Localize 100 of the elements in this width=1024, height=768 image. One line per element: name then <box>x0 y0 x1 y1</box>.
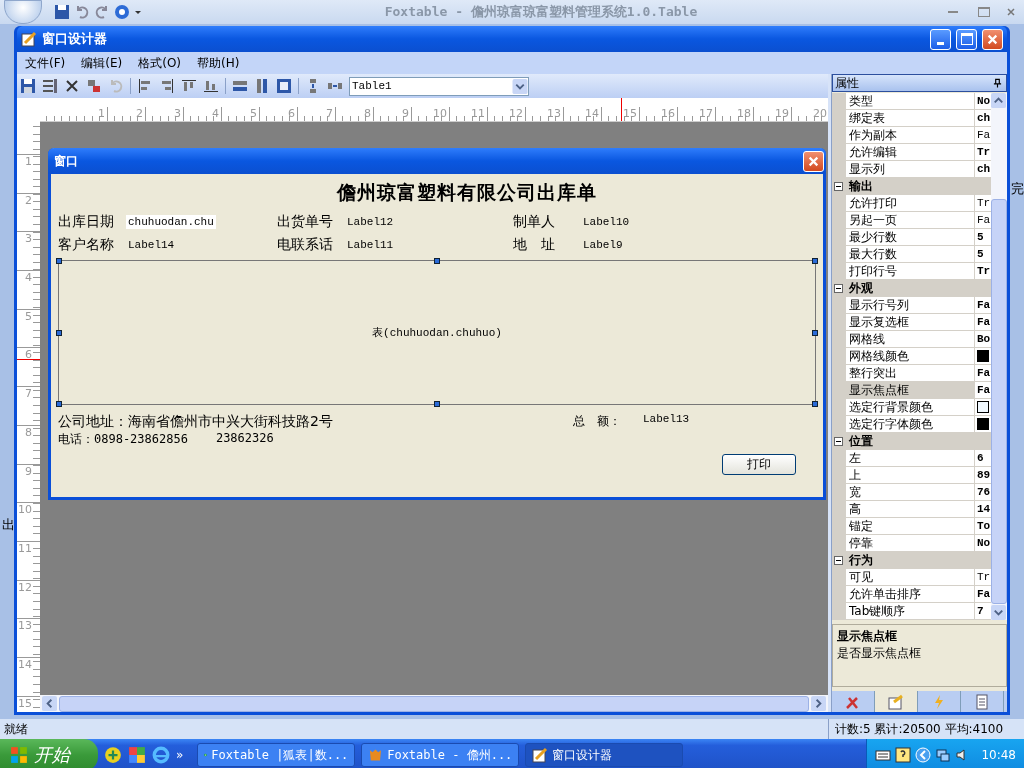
delete-icon[interactable] <box>64 78 80 94</box>
save-icon[interactable] <box>54 4 70 20</box>
redo-icon[interactable] <box>94 4 110 20</box>
property-name[interactable]: 允许编辑 <box>846 144 975 161</box>
collapse-toggle[interactable] <box>834 556 843 565</box>
office-button[interactable] <box>4 0 42 24</box>
colors-icon[interactable] <box>128 746 146 764</box>
property-name[interactable]: 另起一页 <box>846 212 975 229</box>
category-title[interactable]: 外观 <box>849 280 873 297</box>
selection-handle[interactable] <box>812 401 818 407</box>
selection-handle[interactable] <box>812 258 818 264</box>
restore-icon[interactable] <box>978 7 990 17</box>
help-icon[interactable] <box>114 4 130 20</box>
browser-icon[interactable] <box>152 746 170 764</box>
property-value[interactable]: ch <box>975 161 991 178</box>
scroll-left-icon[interactable] <box>42 696 57 711</box>
property-value[interactable]: Fa <box>975 365 991 382</box>
close-button[interactable] <box>803 150 824 172</box>
property-value[interactable]: Bo <box>975 331 991 348</box>
property-value[interactable]: Fa <box>975 586 991 603</box>
property-name[interactable]: 高 <box>846 501 975 518</box>
property-value[interactable]: Fa <box>975 297 991 314</box>
property-name[interactable]: 打印行号 <box>846 263 975 280</box>
property-name[interactable]: 最少行数 <box>846 229 975 246</box>
property-name[interactable]: 最大行数 <box>846 246 975 263</box>
property-name[interactable]: 锚定 <box>846 518 975 535</box>
horizontal-scrollbar[interactable] <box>40 695 828 712</box>
same-size-icon[interactable] <box>276 78 292 94</box>
help-icon[interactable] <box>895 747 912 763</box>
close-button[interactable] <box>982 28 1003 50</box>
menu-item[interactable]: 格式(O) <box>138 54 182 72</box>
align-left-icon[interactable] <box>137 78 153 94</box>
property-name[interactable]: 网格线 <box>846 331 975 348</box>
category-title[interactable]: 位置 <box>849 433 873 450</box>
menu-item[interactable]: 编辑(E) <box>81 54 123 72</box>
taskbar-button[interactable]: Foxtable - 儋州... <box>361 743 520 767</box>
property-name[interactable]: 显示列 <box>846 161 975 178</box>
property-name[interactable]: 允许单击排序 <box>846 586 975 603</box>
property-name[interactable]: 显示复选框 <box>846 314 975 331</box>
property-value[interactable]: No <box>975 535 991 552</box>
form-window[interactable]: 窗口 儋州琼富塑料有限公司出库单 出库日期 chuhuodan.chu 出货单号 Label12 制单人 Label10 客户名称 Label14 电联系话 Label11 地 址 Label9 表(chuhuodan.chuhuo) 公司地址：海南省儋州市中兴大街科技路2号 电话：0898-23862856 23862326 总 额： Label13 打印 <box>48 148 826 500</box>
print-button[interactable]: 打印 <box>722 454 796 475</box>
save-icon[interactable] <box>20 78 36 94</box>
property-value[interactable]: 14 <box>975 501 991 518</box>
table-dropdown[interactable]: Table1 <box>349 76 529 96</box>
property-name[interactable]: 网格线颜色 <box>846 348 975 365</box>
properties-tab[interactable] <box>875 691 918 712</box>
taskbar-button[interactable]: Foxtable |狐表|数... <box>197 743 356 767</box>
collapse-toggle[interactable] <box>834 182 843 191</box>
property-value[interactable]: No <box>975 93 991 110</box>
property-name[interactable]: 显示行号列 <box>846 297 975 314</box>
property-value[interactable]: 5 <box>975 246 991 263</box>
selection-handle[interactable] <box>56 401 62 407</box>
close-icon[interactable] <box>1006 7 1016 17</box>
property-value[interactable]: Fa <box>975 314 991 331</box>
property-name[interactable]: 左 <box>846 450 975 467</box>
list-icon[interactable] <box>42 78 58 94</box>
property-value[interactable]: Fa <box>975 127 991 144</box>
property-value[interactable]: 76 <box>975 484 991 501</box>
property-name[interactable]: 整行突出 <box>846 365 975 382</box>
network-icon[interactable] <box>935 747 952 763</box>
property-name[interactable]: 允许打印 <box>846 195 975 212</box>
selection-handle[interactable] <box>434 401 440 407</box>
keyboard-icon[interactable] <box>875 747 892 763</box>
property-name[interactable]: 停靠 <box>846 535 975 552</box>
property-name[interactable]: 宽 <box>846 484 975 501</box>
selection-handle[interactable] <box>812 329 818 336</box>
align-top-icon[interactable] <box>181 78 197 94</box>
taskbar-button[interactable]: 窗口设计器 <box>525 743 684 767</box>
property-value[interactable]: To <box>975 518 991 535</box>
align-right-icon[interactable] <box>159 78 175 94</box>
scroll-down-icon[interactable] <box>991 605 1006 620</box>
same-width-icon[interactable] <box>232 78 248 94</box>
property-value[interactable]: 6 <box>975 450 991 467</box>
minimize-button[interactable] <box>930 28 951 50</box>
copy-icon[interactable] <box>86 78 102 94</box>
text-field[interactable]: chuhuodan.chu <box>126 214 216 229</box>
property-value[interactable]: Tr <box>975 195 991 212</box>
scroll-up-icon[interactable] <box>991 93 1006 108</box>
property-name[interactable]: 绑定表 <box>846 110 975 127</box>
selection-handle[interactable] <box>56 258 62 264</box>
property-value[interactable]: Tr <box>975 144 991 161</box>
property-name[interactable]: 类型 <box>846 93 975 110</box>
align-bottom-icon[interactable] <box>203 78 219 94</box>
property-value[interactable]: Tr <box>975 263 991 280</box>
same-height-icon[interactable] <box>254 78 270 94</box>
add-icon[interactable] <box>104 746 122 764</box>
menu-item[interactable]: 帮助(H) <box>197 54 240 72</box>
property-name[interactable]: 选定行背景颜色 <box>846 399 975 416</box>
chevron-icon[interactable] <box>915 747 932 763</box>
property-value[interactable]: 5 <box>975 229 991 246</box>
property-name[interactable]: 上 <box>846 467 975 484</box>
property-value[interactable]: 7 <box>975 603 991 620</box>
property-value[interactable]: Fa <box>975 382 991 399</box>
category-title[interactable]: 输出 <box>849 178 873 195</box>
collapse-toggle[interactable] <box>834 437 843 446</box>
property-name[interactable]: 可见 <box>846 569 975 586</box>
property-value[interactable]: ch <box>975 110 991 127</box>
property-name[interactable]: 作为副本 <box>846 127 975 144</box>
category-title[interactable]: 行为 <box>849 552 873 569</box>
